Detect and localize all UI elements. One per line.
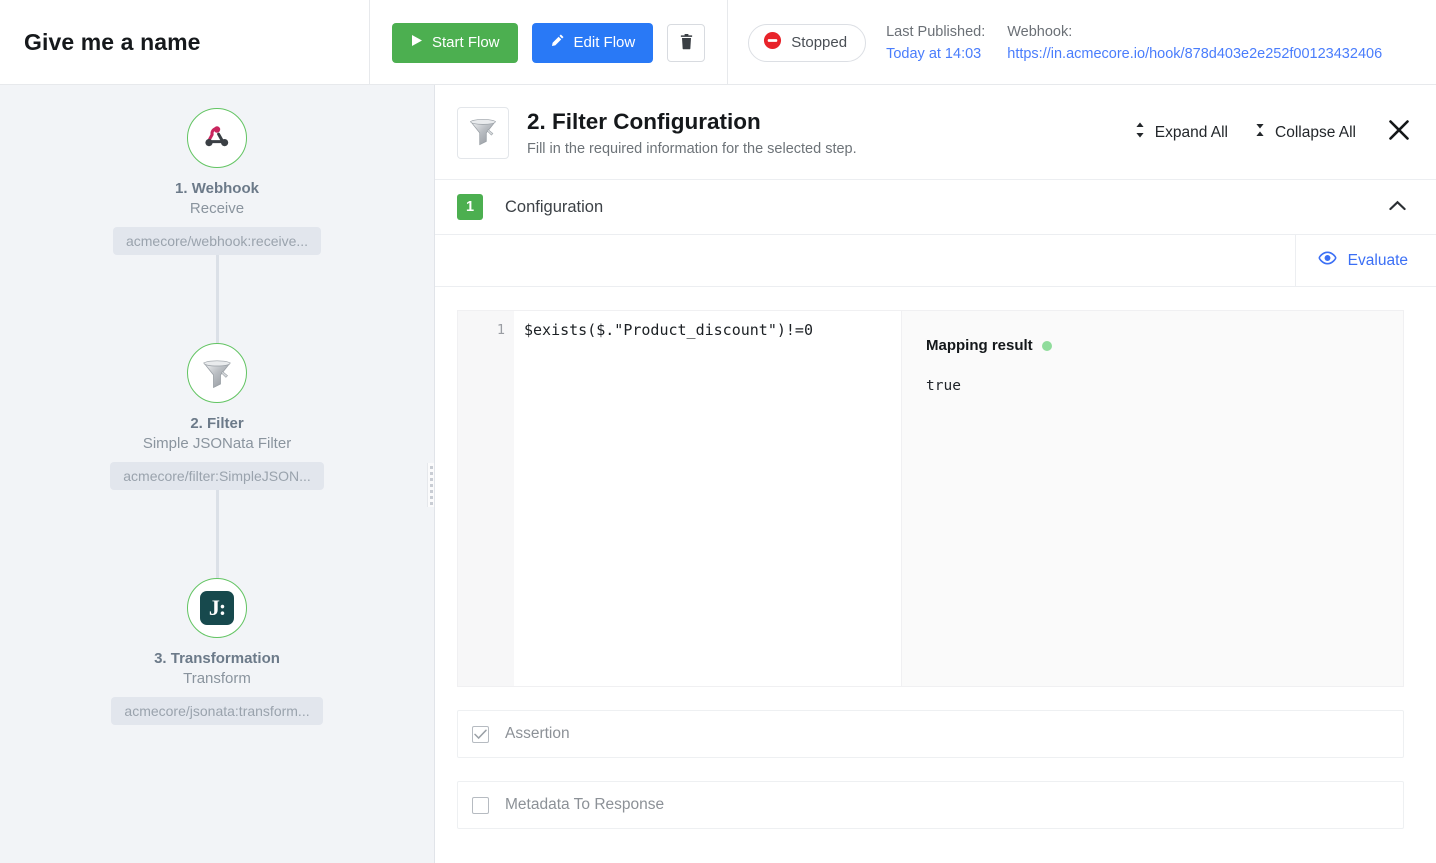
node-chip: acmecore/jsonata:transform...: [111, 697, 323, 725]
config-header-text: 2. Filter Configuration Fill in the requ…: [527, 107, 857, 157]
checkbox-label-assertion: Assertion: [505, 725, 570, 742]
eye-icon: [1318, 251, 1337, 270]
status-cell: Stopped Last Published: Today at 14:03 W…: [727, 0, 1402, 85]
node-circle[interactable]: [187, 108, 247, 168]
node-subtitle: Simple JSONata Filter: [142, 435, 292, 452]
toolbar-actions: Start Flow Edit Flow: [370, 0, 727, 85]
title-cell: Give me a name: [0, 0, 370, 85]
node-subtitle: Receive: [189, 200, 245, 217]
section-title: Configuration: [505, 197, 604, 216]
flow-sidebar: 1. Webhook Receive acmecore/webhook:rece…: [0, 85, 435, 863]
last-published-label: Last Published:: [886, 23, 986, 40]
evaluate-label: Evaluate: [1347, 251, 1408, 269]
mapping-result-pane: Mapping result true: [901, 310, 1404, 687]
node-title: 2. Filter: [190, 415, 244, 432]
funnel-icon: [466, 114, 500, 153]
checkbox-unchecked-icon[interactable]: [472, 796, 489, 814]
publish-meta-group: Last Published: Today at 14:03 Webhook: …: [886, 24, 1382, 62]
last-published-value[interactable]: Today at 14:03: [886, 46, 985, 62]
node-chip: acmecore/webhook:receive...: [112, 227, 322, 255]
edit-flow-label: Edit Flow: [573, 34, 636, 51]
code-editor[interactable]: 1 $exists($."Product_discount")!=0: [457, 310, 901, 687]
node-title: 3. Transformation: [154, 650, 280, 667]
edit-flow-button[interactable]: Edit Flow: [531, 22, 654, 63]
flow-connector: [215, 490, 219, 578]
jsonata-icon: J:: [200, 591, 234, 625]
collapse-all-label: Collapse All: [1275, 123, 1356, 141]
config-panel: 2. Filter Configuration Fill in the requ…: [435, 85, 1436, 863]
funnel-icon: [199, 355, 235, 391]
line-number: 1: [496, 322, 505, 338]
panel-resize-handle[interactable]: [427, 463, 434, 507]
last-published-block: Last Published: Today at 14:03: [886, 24, 985, 62]
step-icon-box: [457, 107, 509, 159]
mapping-result-title: Mapping result: [926, 337, 1033, 354]
evaluate-bar: Evaluate: [435, 234, 1436, 287]
expand-all-button[interactable]: Expand All: [1134, 121, 1228, 144]
flow-node-filter[interactable]: 2. Filter Simple JSONata Filter acmecore…: [0, 343, 434, 490]
config-header: 2. Filter Configuration Fill in the requ…: [435, 85, 1436, 180]
close-icon[interactable]: [1388, 119, 1410, 146]
start-flow-label: Start Flow: [432, 34, 500, 51]
config-subtitle: Fill in the required information for the…: [527, 141, 857, 157]
code-line: $exists($."Product_discount")!=0: [524, 321, 813, 339]
checkbox-label-metadata-to-response: Metadata To Response: [505, 796, 665, 813]
status-label: Stopped: [791, 34, 848, 51]
node-title: 1. Webhook: [175, 180, 259, 197]
flow-track: 1. Webhook Receive acmecore/webhook:rece…: [0, 85, 434, 725]
checkbox-row-metadata-to-response[interactable]: Metadata To Response: [457, 781, 1404, 829]
stop-circle-icon: [763, 31, 782, 55]
top-bar: Give me a name Start Flow Edit Flow Stop…: [0, 0, 1436, 85]
delete-flow-button[interactable]: [667, 23, 706, 62]
node-circle[interactable]: [187, 343, 247, 403]
pencil-icon: [550, 33, 565, 52]
flow-node-transformation[interactable]: J: 3. Transformation Transform acmecore/…: [0, 578, 434, 725]
node-circle[interactable]: J:: [187, 578, 247, 638]
editor-code-area[interactable]: $exists($."Product_discount")!=0: [514, 311, 901, 686]
evaluate-button[interactable]: Evaluate: [1294, 234, 1436, 287]
section-badge: 1: [457, 194, 483, 220]
editor-row: 1 $exists($."Product_discount")!=0 Mappi…: [457, 310, 1404, 687]
page-title: Give me a name: [24, 29, 201, 55]
section-header-configuration[interactable]: 1 Configuration: [435, 180, 1436, 235]
drag-dots-icon: [430, 465, 434, 505]
mapping-result-value: true: [926, 378, 961, 394]
trash-icon: [679, 33, 694, 53]
body: 1. Webhook Receive acmecore/webhook:rece…: [0, 85, 1436, 863]
webhook-icon: [200, 121, 234, 155]
status-badge[interactable]: Stopped: [748, 23, 867, 62]
chevron-up-icon[interactable]: [1389, 198, 1406, 216]
config-title: 2. Filter Configuration: [527, 109, 761, 134]
webhook-url[interactable]: https://in.acmecore.io/hook/878d403e2e25…: [1007, 46, 1382, 62]
node-subtitle: Transform: [183, 670, 251, 687]
node-chip: acmecore/filter:SimpleJSON...: [110, 462, 324, 490]
expand-vertical-icon: [1134, 121, 1146, 144]
collapse-vertical-icon: [1254, 121, 1266, 144]
webhook-label: Webhook:: [1007, 23, 1073, 40]
expand-all-label: Expand All: [1154, 123, 1228, 141]
status-dot-icon: [1041, 340, 1052, 351]
mapping-result-header: Mapping result: [926, 337, 1379, 354]
checkbox-checked-icon[interactable]: [472, 725, 489, 743]
flow-node-webhook[interactable]: 1. Webhook Receive acmecore/webhook:rece…: [0, 108, 434, 255]
flow-connector: [215, 255, 219, 343]
collapse-all-button[interactable]: Collapse All: [1254, 121, 1356, 144]
play-icon: [410, 34, 423, 51]
config-header-tools: Expand All Collapse All: [1134, 107, 1418, 146]
webhook-block: Webhook: https://in.acmecore.io/hook/878…: [1007, 24, 1382, 62]
checkbox-row-assertion[interactable]: Assertion: [457, 710, 1404, 758]
start-flow-button[interactable]: Start Flow: [392, 22, 518, 63]
editor-gutter: 1: [458, 311, 514, 686]
